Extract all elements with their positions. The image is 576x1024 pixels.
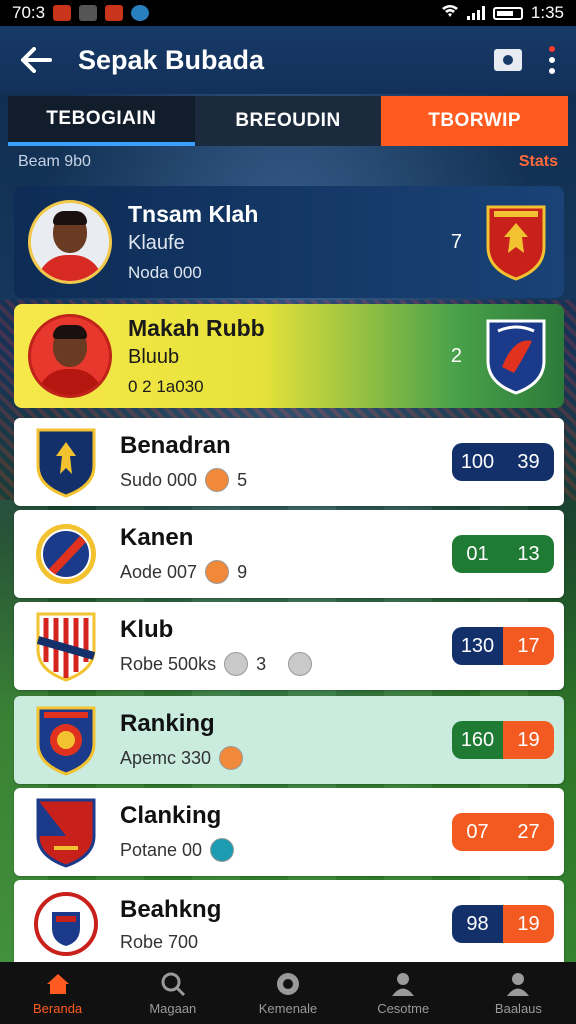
nav-search[interactable]: Magaan (115, 962, 230, 1024)
table-row[interactable]: Ranking Apemc 330 160 19 (14, 696, 564, 784)
nav-search-label: Magaan (149, 1000, 197, 1016)
player-rank: 7 (450, 230, 462, 253)
nav-community[interactable]: Cesotme (346, 962, 461, 1024)
bottom-navigation: Beranda Magaan Kemenale Cesotme Baalaus (0, 962, 576, 1024)
camera-icon[interactable] (494, 49, 522, 71)
tab-1[interactable]: TEBOGIAIN (8, 96, 195, 146)
list-subheader: Beam 9b0 Stats (18, 150, 558, 174)
club-crest-icon (36, 428, 96, 498)
player-avatar (28, 200, 112, 284)
nav-matches[interactable]: Kemenale (230, 962, 345, 1024)
club-name: Clanking (120, 802, 222, 829)
club-crest-icon (34, 892, 98, 956)
score-badge: 01 13 (452, 535, 554, 573)
club-name: Klub (120, 616, 174, 643)
player-meta: 0 2 1a030 (128, 377, 204, 396)
more-menu-icon[interactable] (548, 46, 556, 74)
table-row[interactable]: Klub Robe 500ks 3 130 17 (14, 602, 564, 690)
nav-profile[interactable]: Baalaus (461, 962, 576, 1024)
ball-icon (288, 652, 313, 676)
back-button[interactable] (8, 32, 64, 88)
person-icon (390, 971, 416, 997)
wifi-icon (441, 3, 459, 23)
arrow-left-icon (21, 47, 52, 73)
nav-matches-label: Kemenale (258, 1000, 318, 1016)
battery-icon (492, 6, 523, 20)
player-avatar (28, 314, 112, 398)
player-meta: Noda 000 (128, 263, 202, 282)
club-meta: Potane 00 (120, 838, 235, 862)
tab-bar: TEBOGIAIN BREOUDIN TBORWIP (8, 96, 569, 146)
table-row[interactable]: Benadran Sudo 000 5 100 39 (14, 418, 564, 506)
club-meta: Aode 007 9 (120, 560, 247, 584)
score-badge: 07 27 (452, 813, 554, 851)
ball-icon (219, 746, 244, 770)
featured-player-card[interactable]: Makah Rubb Bluub 0 2 1a030 2 (14, 304, 564, 408)
status-clock: 1:35 (530, 3, 564, 22)
ball-icon (205, 560, 230, 584)
subheader-left: Beam 9b0 (18, 153, 91, 170)
player-club: Bluub (128, 346, 180, 368)
status-time: 70:3 (12, 3, 46, 22)
player-club: Klaufe (128, 232, 185, 254)
notification-icon (53, 5, 72, 21)
nav-community-label: Cesotme (377, 1000, 430, 1016)
club-name: Beahkng (120, 895, 222, 923)
club-name: Benadran (120, 432, 231, 459)
club-meta: Robe 500ks 3 (120, 652, 313, 676)
club-crest-icon (36, 612, 96, 682)
tab-3[interactable]: TBORWIP (381, 96, 569, 146)
score-badge: 130 17 (452, 627, 554, 665)
app-bar: Sepak Bubada (0, 26, 576, 94)
table-row[interactable]: Clanking Potane 00 07 27 (14, 788, 564, 876)
score-badge: 160 19 (452, 721, 554, 759)
tab-2[interactable]: BREOUDIN (194, 96, 382, 146)
nav-home[interactable]: Beranda (0, 962, 115, 1024)
club-meta: Apemc 330 (120, 746, 244, 770)
club-crest-icon (36, 798, 96, 868)
ball-icon (210, 838, 235, 862)
player-name: Makah Rubb (128, 315, 265, 341)
club-crest-icon (486, 205, 546, 281)
club-crest-icon (486, 319, 546, 395)
home-icon (45, 971, 71, 997)
signal-icon (466, 6, 485, 20)
score-badge: 98 19 (452, 905, 554, 943)
nav-profile-label: Baalaus (494, 1000, 542, 1016)
table-row[interactable]: Kanen Aode 007 9 01 13 (14, 510, 564, 598)
player-name: Tnsam Klah (128, 201, 259, 227)
table-row[interactable]: Beahkng Robe 700 98 19 (14, 880, 564, 968)
ball-icon (275, 971, 301, 997)
club-meta: Sudo 000 5 (120, 468, 247, 492)
club-name: Kanen (120, 524, 194, 551)
status-bar: 70:3 1:35 (0, 0, 576, 26)
club-crest-icon (36, 706, 96, 776)
chat-icon (79, 5, 98, 21)
score-badge: 100 39 (452, 443, 554, 481)
ball-icon (224, 652, 249, 676)
nav-home-label: Beranda (33, 1000, 83, 1016)
ball-icon (205, 468, 230, 492)
featured-player-card[interactable]: Tnsam Klah Klaufe Noda 000 7 (14, 186, 564, 298)
globe-icon (131, 5, 150, 21)
club-name: Ranking (120, 710, 215, 737)
club-meta: Robe 700 (120, 931, 199, 952)
app-icon (105, 5, 124, 21)
profile-icon (505, 971, 531, 997)
search-icon (160, 971, 186, 997)
stats-link[interactable]: Stats (519, 153, 558, 171)
club-crest-icon (36, 524, 96, 584)
player-rank: 2 (450, 344, 462, 367)
page-title: Sepak Bubada (78, 44, 265, 75)
